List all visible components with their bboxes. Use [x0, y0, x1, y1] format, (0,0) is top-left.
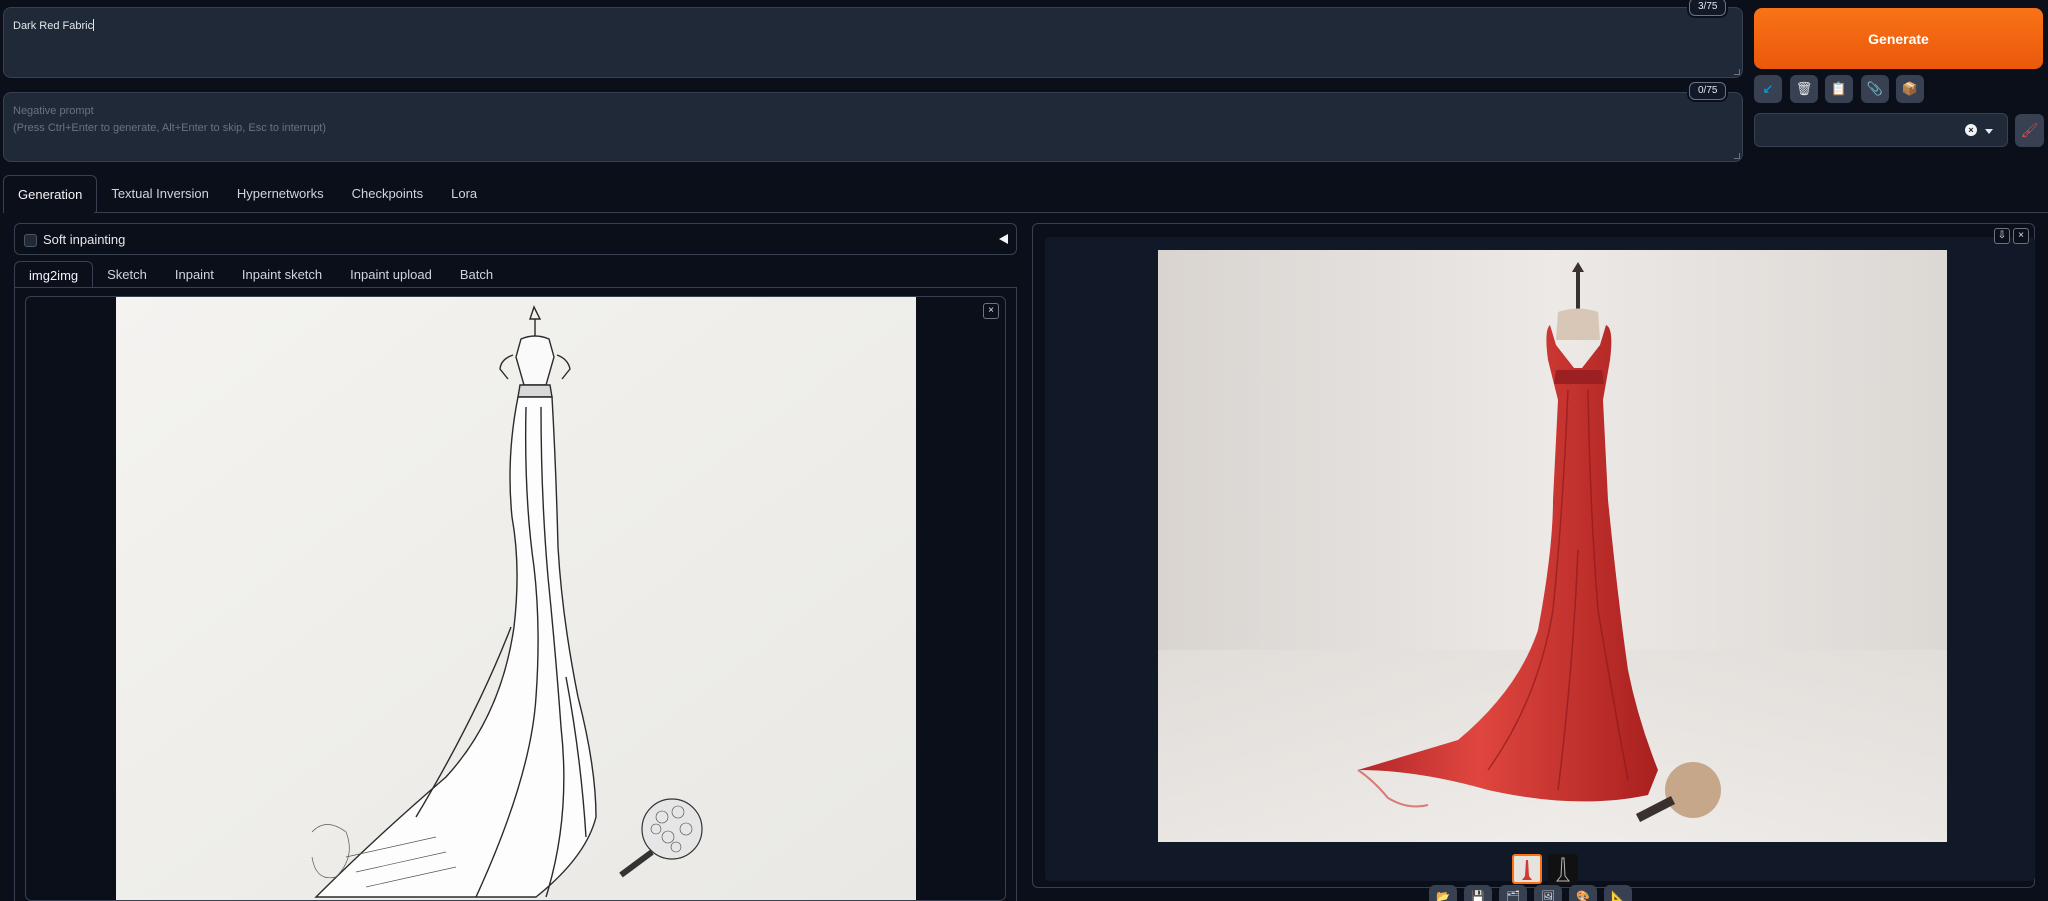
output-panel: ⇩ × 📂 💾 🗂 🖼 🎨 📐 — [1024, 213, 2048, 901]
tab-inpaint[interactable]: Inpaint — [161, 261, 228, 288]
tab-generation[interactable]: Generation — [3, 175, 98, 213]
output-gallery-frame: ⇩ × — [1032, 223, 2035, 888]
tab-lora[interactable]: Lora — [437, 175, 491, 213]
zip-icon[interactable]: 🗂 — [1499, 885, 1527, 901]
dress-render-image[interactable] — [1158, 250, 1947, 842]
send-to-inpaint-icon[interactable]: 🎨 — [1569, 885, 1597, 901]
brush-icon: 🖌 — [2020, 122, 2039, 138]
edit-styles-button[interactable]: 🖌 — [2015, 114, 2044, 147]
tab-batch[interactable]: Batch — [446, 261, 507, 288]
output-thumbnail-1[interactable] — [1512, 854, 1542, 884]
trash-icon[interactable]: 🗑 — [1790, 75, 1818, 103]
output-thumbnail-2[interactable] — [1548, 854, 1578, 884]
clipboard-icon[interactable]: 📋 — [1825, 75, 1853, 103]
paperclip-icon[interactable]: 📎 — [1861, 75, 1889, 103]
styles-dropdown[interactable]: × — [1754, 113, 2008, 147]
clear-styles-icon[interactable]: × — [1965, 124, 1977, 136]
tab-inpaint-sketch[interactable]: Inpaint sketch — [228, 261, 336, 288]
generate-button[interactable]: Generate — [1754, 8, 2043, 69]
tab-inpaint-upload[interactable]: Inpaint upload — [336, 261, 446, 288]
prompt-textarea[interactable]: Dark Red Fabric — [3, 7, 1743, 78]
chevron-down-icon — [1985, 129, 1993, 134]
tab-sketch[interactable]: Sketch — [93, 261, 161, 288]
folder-icon[interactable]: 📂 — [1429, 885, 1457, 901]
close-output-button[interactable]: × — [2013, 228, 2029, 244]
download-icon[interactable]: ⇩ — [1994, 228, 2010, 244]
prompt-token-counter: 3/75 — [1689, 0, 1727, 16]
send-to-img2img-icon[interactable]: 🖼 — [1534, 885, 1562, 901]
output-gallery — [1045, 237, 2035, 884]
soft-inpainting-label: Soft inpainting — [43, 232, 126, 247]
negative-token-counter: 0/75 — [1689, 82, 1727, 100]
collapse-triangle-icon[interactable] — [999, 234, 1008, 244]
main-tabs: Generation Textual Inversion Hypernetwor… — [3, 175, 491, 213]
tab-img2img[interactable]: img2img — [14, 261, 94, 288]
tab-hypernetworks[interactable]: Hypernetworks — [223, 175, 338, 213]
input-tabs: img2img Sketch Inpaint Inpaint sketch In… — [14, 261, 507, 288]
negative-prompt-textarea[interactable]: Negative prompt (Press Ctrl+Enter to gen… — [3, 92, 1743, 162]
tab-textual-inversion[interactable]: Textual Inversion — [97, 175, 223, 213]
input-panel: Soft inpainting img2img Sketch Inpaint I… — [0, 213, 1024, 901]
input-image-area[interactable]: × — [25, 296, 1006, 901]
close-input-image-button[interactable]: × — [983, 303, 999, 319]
negative-prompt-placeholder: Negative prompt (Press Ctrl+Enter to gen… — [13, 105, 327, 134]
soft-inpainting-checkbox[interactable] — [24, 234, 37, 247]
send-to-extras-icon[interactable]: 📐 — [1604, 885, 1632, 901]
package-icon[interactable]: 📦 — [1896, 75, 1924, 103]
tab-checkpoints[interactable]: Checkpoints — [338, 175, 438, 213]
soft-inpainting-accordion[interactable]: Soft inpainting — [14, 223, 1017, 255]
paste-params-icon[interactable]: ↙ — [1754, 75, 1782, 103]
prompt-text: Dark Red Fabric — [13, 20, 94, 32]
dress-sketch-image — [116, 297, 916, 900]
save-icon[interactable]: 💾 — [1464, 885, 1492, 901]
